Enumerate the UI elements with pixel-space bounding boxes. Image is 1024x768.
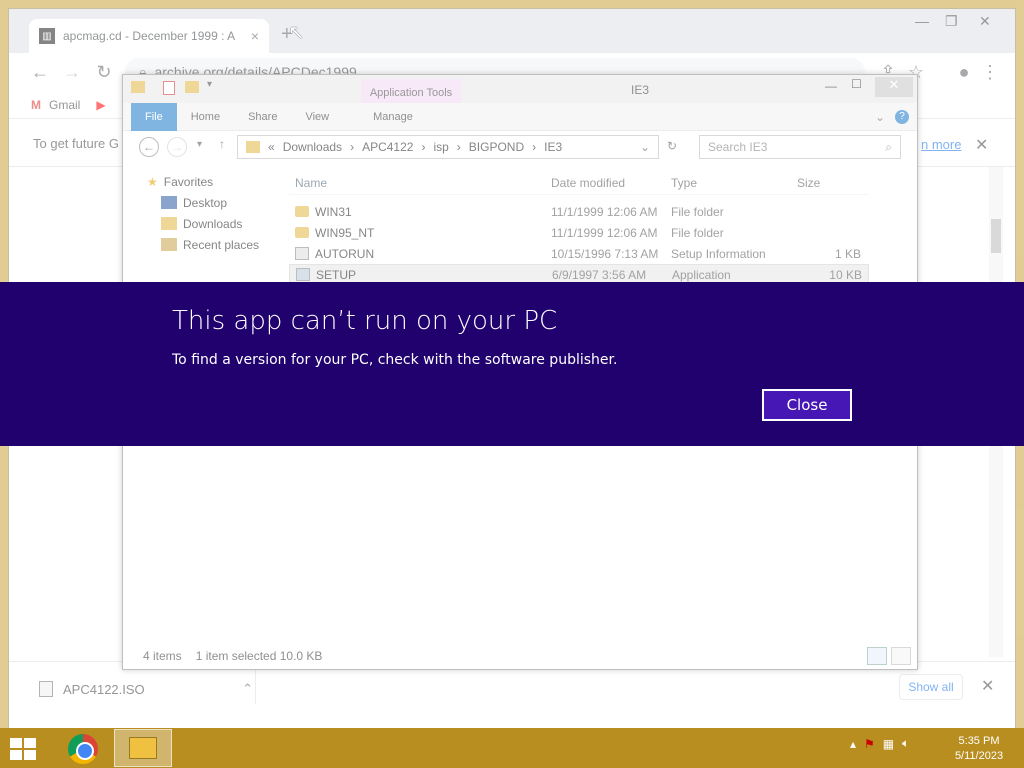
dialog-message: To find a version for your PC, check wit… bbox=[172, 352, 618, 368]
taskbar-chrome[interactable] bbox=[60, 730, 106, 768]
windows-start-icon[interactable] bbox=[8, 736, 38, 762]
taskbar-clock[interactable]: 5:35 PM 5/11/2023 bbox=[948, 734, 1010, 764]
mouse-cursor-icon: ↖ bbox=[288, 22, 305, 44]
clock-time: 5:35 PM bbox=[958, 735, 1000, 747]
taskbar: ▴ ⚑ ▦ 🔈︎ bbox=[0, 728, 1024, 768]
close-button[interactable]: Close bbox=[762, 389, 852, 421]
file-explorer-icon bbox=[129, 737, 157, 759]
clock-date: 5/11/2023 bbox=[954, 750, 1004, 762]
error-dialog: This app can’t run on your PC To find a … bbox=[0, 282, 1024, 446]
action-center-flag-icon[interactable]: ⚑ bbox=[864, 737, 875, 751]
system-tray: ▴ ⚑ ▦ 🔈︎ bbox=[850, 736, 909, 751]
show-hidden-icons-icon[interactable]: ▴ bbox=[850, 737, 856, 751]
taskbar-file-explorer[interactable] bbox=[114, 729, 172, 767]
network-icon[interactable]: ▦ bbox=[883, 737, 894, 751]
chrome-icon bbox=[68, 734, 98, 764]
volume-muted-icon[interactable]: 🔈︎ bbox=[902, 736, 909, 751]
dialog-title: This app can’t run on your PC bbox=[172, 306, 558, 336]
